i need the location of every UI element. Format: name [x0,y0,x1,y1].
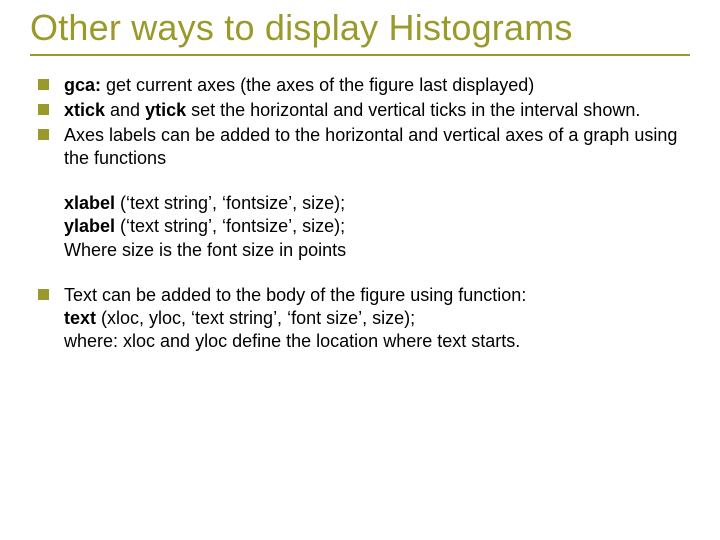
slide-title: Other ways to display Histograms [30,8,690,48]
bullet-item: gca: get current axes (the axes of the f… [34,74,690,97]
bold-text: text [64,308,96,328]
bullet-list-1: gca: get current axes (the axes of the f… [34,74,690,170]
text: and [105,100,145,120]
bullet-list-2: Text can be added to the body of the fig… [34,284,690,353]
code-line: Where size is the font size in points [64,239,690,262]
text: where: xloc and yloc define the location… [64,330,690,353]
slide: Other ways to display Histograms gca: ge… [0,0,720,540]
bullet-item: xtick and ytick set the horizontal and v… [34,99,690,122]
text: Text can be added to the body of the fig… [64,284,690,307]
bold-text: gca: [64,75,101,95]
bold-text: ylabel [64,216,115,236]
title-underline [30,54,690,56]
text: (‘text string’, ‘fontsize’, size); [115,216,345,236]
text: (xloc, yloc, ‘text string’, ‘font size’,… [96,308,415,328]
code-line: xlabel (‘text string’, ‘fontsize’, size)… [64,192,690,215]
text: get current axes (the axes of the figure… [101,75,534,95]
bold-text: xtick [64,100,105,120]
bold-text: xlabel [64,193,115,213]
bullet-item: Text can be added to the body of the fig… [34,284,690,353]
bullet-item: Axes labels can be added to the horizont… [34,124,690,170]
text: Axes labels can be added to the horizont… [64,125,677,168]
slide-body: gca: get current axes (the axes of the f… [30,74,690,352]
bold-text: ytick [145,100,186,120]
text: (‘text string’, ‘fontsize’, size); [115,193,345,213]
code-block-1: xlabel (‘text string’, ‘fontsize’, size)… [34,192,690,261]
code-line: ylabel (‘text string’, ‘fontsize’, size)… [64,215,690,238]
text: Where size is the font size in points [64,240,346,260]
text: set the horizontal and vertical ticks in… [186,100,640,120]
code-line: text (xloc, yloc, ‘text string’, ‘font s… [64,307,690,330]
